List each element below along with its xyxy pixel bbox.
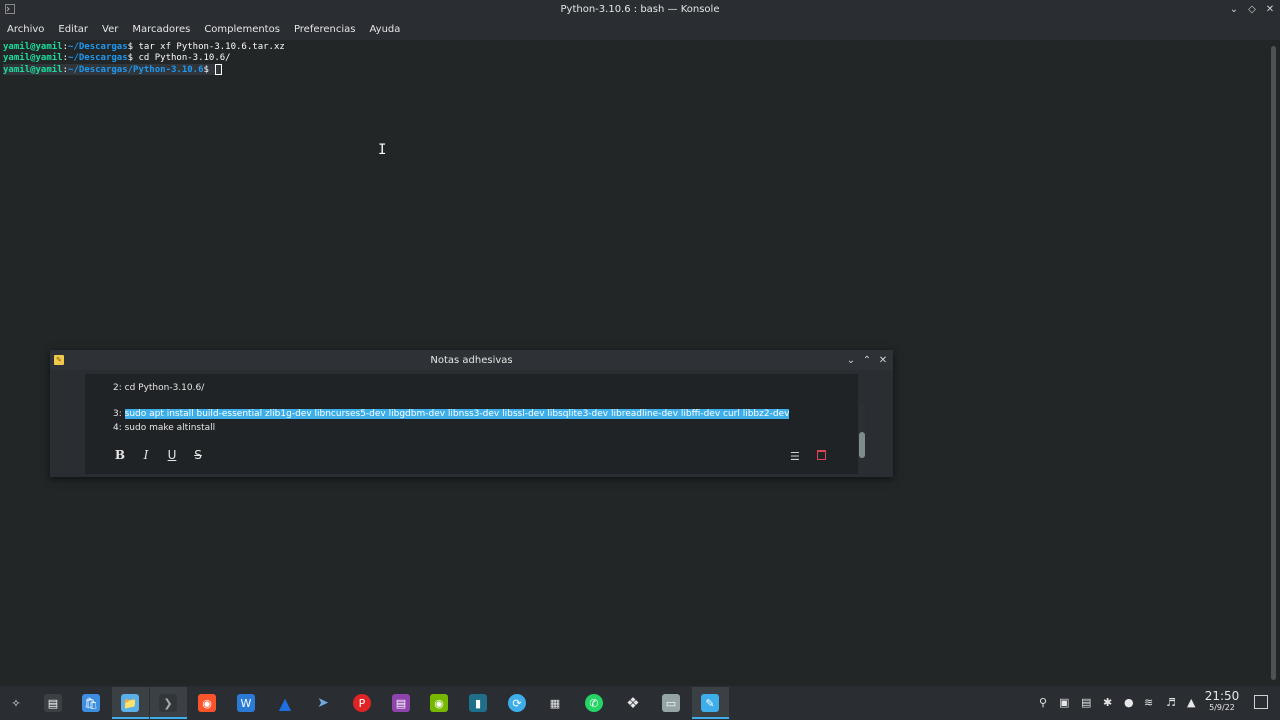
search-tray-icon[interactable]: ⚲ bbox=[1039, 696, 1047, 709]
terminal-scrollbar[interactable] bbox=[1268, 40, 1280, 686]
maximize-button[interactable]: ◇ bbox=[1246, 4, 1258, 16]
camera-tray-icon[interactable]: ▣ bbox=[1059, 696, 1069, 709]
clipboard-tray-icon[interactable]: ▤ bbox=[1081, 696, 1091, 709]
expand-tray-icon[interactable]: ▲ bbox=[1187, 696, 1195, 709]
menubar: Archivo Editar Ver Marcadores Complement… bbox=[0, 19, 1280, 40]
menu-complementos[interactable]: Complementos bbox=[197, 24, 287, 35]
terminal-current-line: yamil@yamil:~/Descargas/Python-3.10.6$ bbox=[3, 64, 223, 75]
volume-tray-icon[interactable]: ♬ bbox=[1166, 696, 1176, 709]
screen-app-icon[interactable]: ▭ bbox=[662, 694, 680, 712]
sticky-note-app-icon: ✎ bbox=[54, 355, 64, 365]
note-line-3-prefix: 3: bbox=[113, 409, 125, 419]
menu-preferencias[interactable]: Preferencias bbox=[287, 24, 363, 35]
clock-date: 5/9/22 bbox=[1209, 703, 1235, 712]
dark-app-icon[interactable]: ▮ bbox=[469, 694, 487, 712]
sticky-note-title: Notas adhesivas bbox=[430, 354, 513, 366]
note-scrollbar-thumb[interactable] bbox=[859, 432, 865, 458]
nvidia-icon[interactable]: ◉ bbox=[430, 694, 448, 712]
delete-trash-icon[interactable] bbox=[817, 450, 826, 460]
calculator-icon[interactable]: ▦ bbox=[546, 694, 564, 712]
menu-ayuda[interactable]: Ayuda bbox=[363, 24, 408, 35]
task-manager-icon[interactable]: ▤ bbox=[44, 694, 62, 712]
taskbar: ✧ ▤ 🛍 📁 ❯ ◉ W ▲ ➤ P ▤ ◉ ▮ ⟳ ▦ ✆ ❖ ▭ ✎ ⚲ … bbox=[0, 686, 1280, 720]
note-line-4: 4: sudo make altinstall bbox=[113, 423, 216, 433]
menu-ver[interactable]: Ver bbox=[95, 24, 125, 35]
note-scrollbar[interactable] bbox=[859, 404, 865, 460]
menu-editar[interactable]: Editar bbox=[51, 24, 95, 35]
menu-archivo[interactable]: Archivo bbox=[0, 24, 51, 35]
sticky-note-titlebar: ✎ Notas adhesivas ⌄ ⌃ ✕ bbox=[50, 350, 893, 370]
clock[interactable]: 21:50 5/9/22 bbox=[1200, 689, 1244, 713]
window-titlebar: Python-3.10.6 : bash — Konsole ⌄ ◇ ✕ bbox=[0, 0, 1280, 19]
prompt-path: ~/Descargas bbox=[68, 53, 128, 63]
fish-app-icon[interactable]: ➤ bbox=[314, 694, 332, 712]
note-line-2: 2: cd Python-3.10.6/ bbox=[113, 383, 205, 393]
prompt-path: ~/Descargas bbox=[68, 42, 128, 52]
browser-globe-icon[interactable]: ⟳ bbox=[508, 694, 526, 712]
window-controls: ⌄ ◇ ✕ bbox=[1228, 0, 1276, 19]
scrollbar-thumb[interactable] bbox=[1271, 46, 1276, 680]
wifi-tray-icon[interactable]: ≋ bbox=[1144, 696, 1153, 709]
word-processor-icon[interactable]: W bbox=[237, 694, 255, 712]
prompt-user: yamil@yamil bbox=[3, 53, 63, 63]
underline-button[interactable]: U bbox=[165, 448, 179, 462]
clock-time: 21:50 bbox=[1204, 689, 1240, 703]
minimize-button[interactable]: ⌄ bbox=[1228, 4, 1240, 16]
minimize-button[interactable]: ⌄ bbox=[845, 354, 857, 366]
terminal-command: tar xf Python-3.10.6.tar.xz bbox=[138, 42, 285, 52]
selected-text: sudo apt install build-essential zlib1g-… bbox=[124, 409, 790, 419]
italic-button[interactable]: I bbox=[139, 448, 153, 462]
maximize-button[interactable]: ⌃ bbox=[861, 354, 873, 366]
konsole-app-icon bbox=[5, 4, 15, 14]
store-bag-icon[interactable]: 🛍 bbox=[82, 694, 100, 712]
whatsapp-icon[interactable]: ✆ bbox=[585, 694, 603, 712]
spectacle-screenshot-icon[interactable]: ✎ bbox=[701, 694, 719, 712]
terminal-line: yamil@yamil:~/Descargas$ cd Python-3.10.… bbox=[3, 53, 231, 63]
file-manager-icon[interactable]: 📁 bbox=[121, 694, 139, 712]
menu-marcadores[interactable]: Marcadores bbox=[125, 24, 197, 35]
konsole-task-icon[interactable]: ❯ bbox=[159, 694, 177, 712]
terminal-cursor bbox=[215, 64, 223, 75]
bold-button[interactable]: B bbox=[113, 448, 127, 462]
prompt-path: ~/Descargas/Python-3.10.6 bbox=[68, 65, 204, 75]
terminal-line: yamil@yamil:~/Descargas$ tar xf Python-3… bbox=[3, 42, 285, 52]
application-launcher-icon[interactable]: ✧ bbox=[7, 694, 25, 712]
video-editor-icon[interactable]: ▤ bbox=[392, 694, 410, 712]
window-title: Python-3.10.6 : bash — Konsole bbox=[560, 4, 720, 15]
sticky-window-controls: ⌄ ⌃ ✕ bbox=[845, 350, 889, 370]
strikethrough-button[interactable]: S bbox=[191, 448, 205, 462]
shark-app-icon[interactable]: ▲ bbox=[276, 694, 294, 713]
mouse-ibeam-cursor-icon: I bbox=[378, 142, 387, 158]
prompt-user: yamil@yamil bbox=[3, 42, 63, 52]
close-button[interactable]: ✕ bbox=[1264, 4, 1276, 16]
bluetooth-tray-icon[interactable]: ✱ bbox=[1103, 696, 1112, 709]
close-button[interactable]: ✕ bbox=[877, 354, 889, 366]
microphone-tray-icon[interactable]: ● bbox=[1124, 696, 1134, 709]
kdeconnect-icon[interactable]: ❖ bbox=[624, 694, 642, 712]
settings-sliders-icon[interactable]: ☰ bbox=[790, 450, 800, 463]
brave-browser-icon[interactable]: ◉ bbox=[198, 694, 216, 712]
note-line-3: 3: sudo apt install build-essential zlib… bbox=[113, 409, 790, 419]
show-desktop-button[interactable] bbox=[1254, 695, 1268, 709]
red-circle-app-icon[interactable]: P bbox=[353, 694, 371, 712]
prompt-user: yamil@yamil bbox=[3, 65, 63, 75]
terminal-command: cd Python-3.10.6/ bbox=[138, 53, 231, 63]
